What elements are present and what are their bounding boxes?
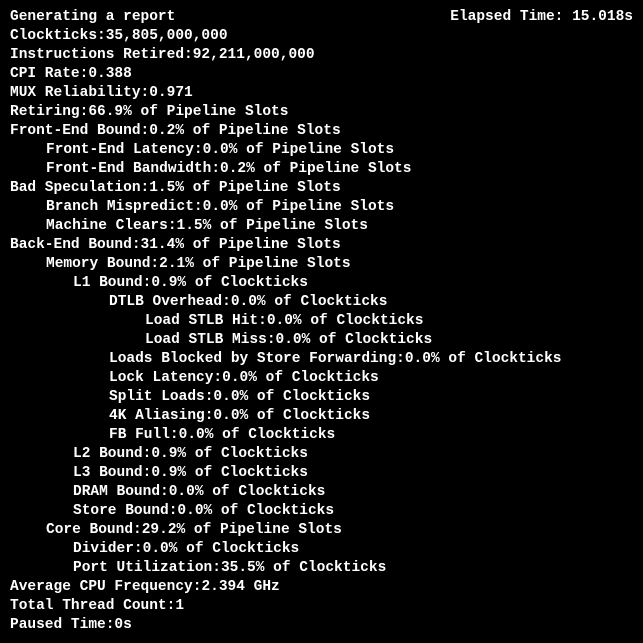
dram-bound-row: DRAM Bound: 0.0% of Clockticks [10,483,633,502]
port-util-row: Port Utilization: 35.5% of Clockticks [10,559,633,578]
stlb-hit-row: Load STLB Hit: 0.0% of Clockticks [10,312,633,331]
bad-spec-row: Bad Speculation: 1.5% of Pipeline Slots [10,179,633,198]
retiring-row: Retiring: 66.9% of Pipeline Slots [10,103,633,122]
cpi-row: CPI Rate: 0.388 [10,65,633,84]
store-fwd-row: Loads Blocked by Store Forwarding: 0.0% … [10,350,633,369]
mem-bound-row: Memory Bound: 2.1% of Pipeline Slots [10,255,633,274]
stlb-miss-row: Load STLB Miss: 0.0% of Clockticks [10,331,633,350]
fe-bandwidth-row: Front-End Bandwidth: 0.2% of Pipeline Sl… [10,160,633,179]
l3-bound-row: L3 Bound: 0.9% of Clockticks [10,464,633,483]
fe-bound-row: Front-End Bound: 0.2% of Pipeline Slots [10,122,633,141]
divider-row: Divider: 0.0% of Clockticks [10,540,633,559]
aliasing-4k-row: 4K Aliasing: 0.0% of Clockticks [10,407,633,426]
paused-row: Paused Time: 0s [10,616,633,635]
cpu-freq-row: Average CPU Frequency: 2.394 GHz [10,578,633,597]
l1-bound-row: L1 Bound: 0.9% of Clockticks [10,274,633,293]
be-bound-row: Back-End Bound: 31.4% of Pipeline Slots [10,236,633,255]
header-left: Generating a report [10,8,175,27]
split-loads-row: Split Loads: 0.0% of Clockticks [10,388,633,407]
machine-clears-row: Machine Clears: 1.5% of Pipeline Slots [10,217,633,236]
l2-bound-row: L2 Bound: 0.9% of Clockticks [10,445,633,464]
instructions-row: Instructions Retired: 92,211,000,000 [10,46,633,65]
core-bound-row: Core Bound: 29.2% of Pipeline Slots [10,521,633,540]
fe-latency-row: Front-End Latency: 0.0% of Pipeline Slot… [10,141,633,160]
branch-mispredict-row: Branch Mispredict: 0.0% of Pipeline Slot… [10,198,633,217]
dtlb-row: DTLB Overhead: 0.0% of Clockticks [10,293,633,312]
store-bound-row: Store Bound: 0.0% of Clockticks [10,502,633,521]
mux-row: MUX Reliability: 0.971 [10,84,633,103]
thread-count-row: Total Thread Count: 1 [10,597,633,616]
header-row: Generating a report Elapsed Time: 15.018… [10,8,633,27]
fb-full-row: FB Full: 0.0% of Clockticks [10,426,633,445]
lock-latency-row: Lock Latency: 0.0% of Clockticks [10,369,633,388]
clockticks-row: Clockticks: 35,805,000,000 [10,27,633,46]
header-right: Elapsed Time: 15.018s [450,8,633,27]
